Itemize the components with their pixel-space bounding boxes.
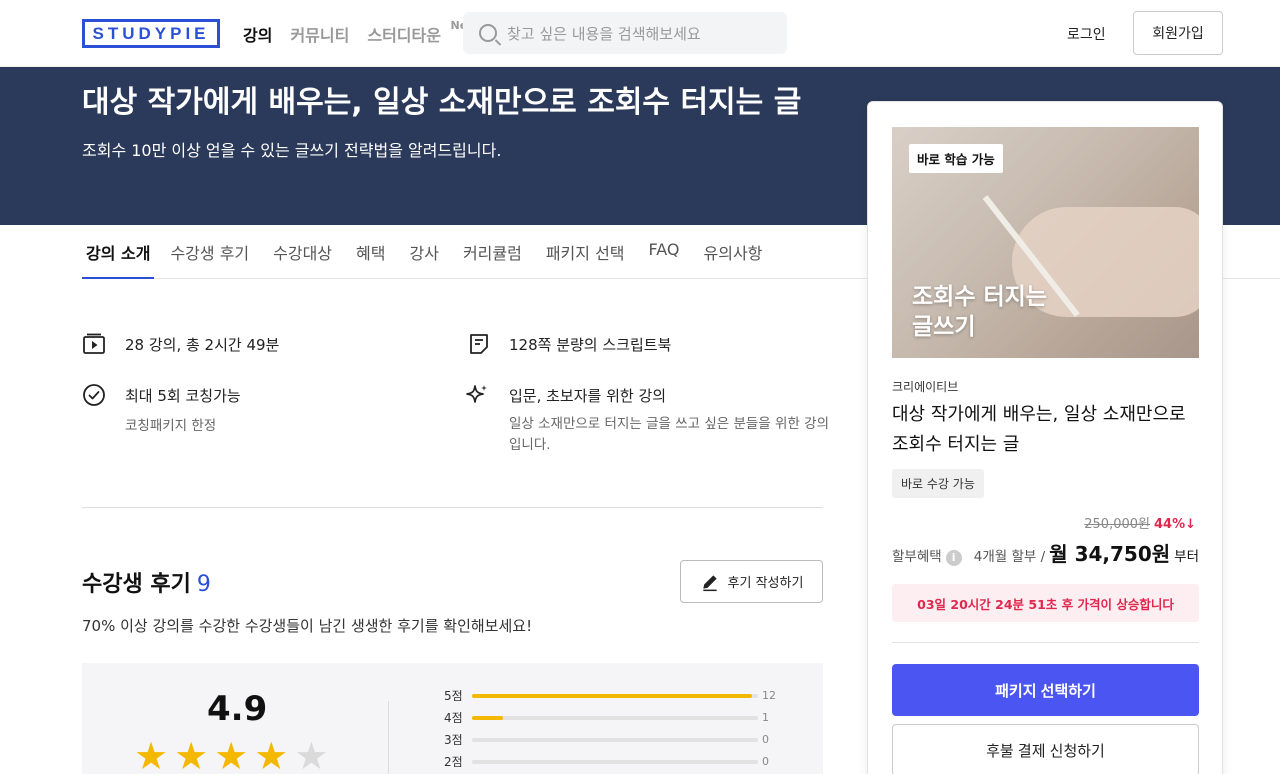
purchase-card: 바로 학습 가능 조회수 터지는 글쓰기 크리에이티브 대상 작가에게 배우는,… bbox=[867, 101, 1223, 774]
feature-level: 입문, 초보자를 위한 강의 bbox=[509, 387, 667, 405]
star-filled-icon: ★ bbox=[214, 734, 249, 774]
original-price-row: 250,000원 44%↓ bbox=[1084, 513, 1196, 532]
star-empty-icon: ★ bbox=[294, 734, 329, 774]
tab-instructor[interactable]: 강사 bbox=[401, 225, 446, 279]
rating-bar-row: 2점 0 bbox=[444, 753, 769, 770]
rating-bar-row: 3점 0 bbox=[444, 731, 769, 748]
creator-name: 크리에이티브 bbox=[892, 380, 959, 394]
discount-rate: 44%↓ bbox=[1153, 517, 1196, 532]
search-input[interactable]: 찾고 싶은 내용을 검색해보세요 bbox=[463, 12, 787, 54]
tab-target[interactable]: 수강대상 bbox=[265, 225, 340, 279]
section-divider bbox=[82, 507, 823, 508]
tab-curriculum[interactable]: 커리큘럼 bbox=[455, 225, 530, 279]
feature-script: 128쪽 분량의 스크립트북 bbox=[509, 336, 672, 354]
script-book-icon bbox=[470, 334, 488, 354]
main-nav: 강의 커뮤니티 스터디타운 New bbox=[243, 19, 477, 46]
feature-coaching-sub: 코칭패키지 한정 bbox=[125, 418, 217, 434]
tab-notice[interactable]: 유의사항 bbox=[696, 225, 771, 279]
installment-price-group: 4개월 할부 / 월 34,750원 부터 bbox=[974, 538, 1199, 567]
check-circle-icon bbox=[83, 384, 105, 406]
rating-bar-label: 4점 bbox=[444, 711, 463, 725]
tab-faq[interactable]: FAQ bbox=[641, 225, 688, 279]
monthly-suffix: 부터 bbox=[1174, 549, 1199, 565]
course-subtitle: 조회수 10만 이상 얻을 수 있는 글쓰기 전략법을 알려드립니다. bbox=[82, 141, 502, 160]
star-filled-icon: ★ bbox=[134, 734, 169, 774]
info-icon[interactable]: i bbox=[945, 550, 962, 566]
card-divider bbox=[892, 642, 1199, 643]
rating-bar-count: 0 bbox=[762, 733, 769, 746]
available-tag: 바로 수강 가능 bbox=[892, 469, 984, 498]
rating-bar-track bbox=[472, 715, 758, 720]
rating-bar-fill bbox=[472, 715, 504, 720]
rating-bar-count: 0 bbox=[762, 755, 769, 768]
nav-item-lectures[interactable]: 강의 bbox=[243, 22, 272, 46]
installment-label: 할부혜택 bbox=[892, 549, 942, 565]
write-review-label: 후기 작성하기 bbox=[727, 576, 804, 591]
tab-reviews[interactable]: 수강생 후기 bbox=[162, 225, 257, 279]
installment-months: 4개월 할부 / bbox=[973, 549, 1046, 565]
reviews-title: 수강생 후기 bbox=[82, 572, 191, 597]
nav-item-studytown[interactable]: 스터디타운 New bbox=[367, 19, 477, 46]
login-link[interactable]: 로그인 bbox=[1067, 24, 1106, 44]
nav-item-community[interactable]: 커뮤니티 bbox=[290, 22, 349, 46]
rating-bar-row: 5점 12 bbox=[444, 687, 776, 704]
rating-bar-fill bbox=[472, 693, 753, 698]
rating-separator bbox=[388, 701, 389, 774]
studypie-logo[interactable]: STUDYPIE bbox=[82, 19, 220, 48]
star-filled-icon: ★ bbox=[254, 734, 289, 774]
sparkle-icon bbox=[466, 385, 487, 403]
feature-coaching: 최대 5회 코칭가능 bbox=[125, 387, 241, 405]
rating-summary: 4.9 ★ ★ ★ ★ ★ 5점 12 4점 1 3점 0 2점 0 bbox=[82, 663, 823, 774]
instant-learning-badge: 바로 학습 가능 bbox=[909, 144, 1003, 173]
select-package-button[interactable]: 패키지 선택하기 bbox=[892, 664, 1199, 716]
feature-lectures: 28 강의, 총 2시간 49분 bbox=[125, 336, 280, 354]
rating-bar-label: 3점 bbox=[444, 733, 463, 747]
reviews-heading: 수강생 후기 9 bbox=[82, 566, 211, 598]
write-review-button[interactable]: 후기 작성하기 bbox=[680, 560, 823, 603]
course-thumbnail: 바로 학습 가능 조회수 터지는 글쓰기 bbox=[892, 127, 1199, 358]
rating-bar-track bbox=[472, 693, 758, 698]
star-filled-icon: ★ bbox=[174, 734, 209, 774]
reviews-description: 70% 이상 강의를 수강한 수강생들이 남긴 생생한 후기를 확인해보세요! bbox=[82, 617, 533, 635]
tab-benefits[interactable]: 혜택 bbox=[348, 225, 393, 279]
signup-button[interactable]: 회원가입 bbox=[1133, 11, 1223, 55]
feature-level-sub: 일상 소재만으로 터지는 글을 쓰고 싶은 분들을 위한 강의입니다. bbox=[509, 416, 829, 453]
top-navbar: STUDYPIE 강의 커뮤니티 스터디타운 New 찾고 싶은 내용을 검색해… bbox=[0, 0, 1280, 67]
rating-bar-count: 12 bbox=[762, 689, 776, 702]
rating-bar-track bbox=[472, 759, 758, 764]
course-title: 대상 작가에게 배우는, 일상 소재만으로 조회수 터지는 글 bbox=[82, 85, 802, 120]
rating-bar-label: 5점 bbox=[444, 689, 463, 703]
deferred-payment-button[interactable]: 후불 결제 신청하기 bbox=[892, 724, 1199, 774]
pencil-icon bbox=[702, 574, 717, 591]
search-icon bbox=[479, 24, 497, 42]
monthly-price: 월 34,750원 bbox=[1049, 542, 1171, 566]
nav-item-studytown-label: 스터디타운 bbox=[367, 26, 441, 45]
tab-package[interactable]: 패키지 선택 bbox=[538, 225, 633, 279]
card-course-title: 대상 작가에게 배우는, 일상 소재만으로 조회수 터지는 글 bbox=[892, 404, 1186, 455]
thumbnail-title: 조회수 터지는 글쓰기 bbox=[912, 284, 1047, 340]
rating-bar-track bbox=[472, 737, 758, 742]
rating-bar-count: 1 bbox=[762, 711, 769, 724]
original-price: 250,000원 bbox=[1084, 517, 1150, 532]
video-play-icon bbox=[83, 333, 105, 354]
price-countdown: 03일 20시간 24분 51초 후 가격이 상승합니다 bbox=[892, 584, 1199, 622]
installment-row: 할부혜택 i 4개월 할부 / 월 34,750원 부터 bbox=[892, 538, 1199, 567]
reviews-count: 9 bbox=[196, 572, 211, 597]
search-placeholder: 찾고 싶은 내용을 검색해보세요 bbox=[507, 24, 701, 43]
rating-bar-label: 2점 bbox=[444, 755, 463, 769]
star-rating: ★ ★ ★ ★ ★ bbox=[134, 737, 328, 774]
rating-bar-row: 4점 1 bbox=[444, 709, 769, 726]
average-score: 4.9 bbox=[207, 689, 268, 729]
tab-intro[interactable]: 강의 소개 bbox=[82, 225, 155, 279]
